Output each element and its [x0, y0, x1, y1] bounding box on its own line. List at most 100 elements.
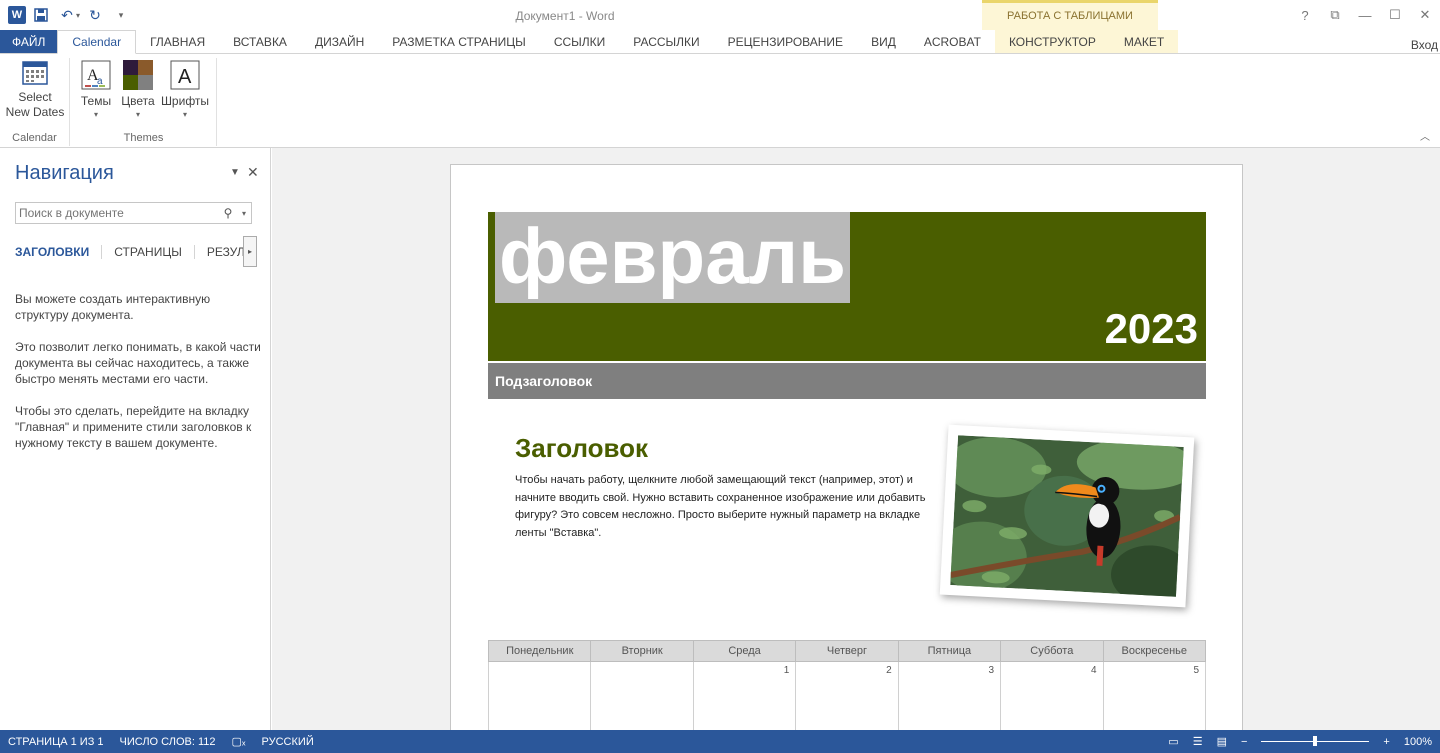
close-icon[interactable]: ✕ — [1410, 0, 1440, 30]
maximize-icon[interactable]: ☐ — [1380, 0, 1410, 30]
fonts-label: Шрифты — [160, 94, 210, 108]
fonts-icon: A — [170, 60, 200, 90]
nav-tabs-scroll-right-icon[interactable]: ▸ — [243, 236, 257, 267]
toucan-photo[interactable] — [939, 424, 1195, 608]
navigation-help-text: Вы можете создать интерактивную структур… — [15, 291, 263, 467]
search-dropdown-icon[interactable]: ▾ — [237, 209, 251, 218]
zoom-out-icon[interactable]: − — [1241, 736, 1247, 748]
navigation-title: Навигация — [15, 162, 114, 184]
weekday-header[interactable]: Среда — [692, 640, 797, 662]
proofing-icon[interactable]: ▢ₓ — [224, 735, 254, 748]
subtitle-bar[interactable]: Подзаголовок — [488, 363, 1206, 399]
zoom-in-icon[interactable]: + — [1383, 736, 1389, 748]
select-dates-label-2: New Dates — [5, 105, 65, 119]
tab-acrobat[interactable]: ACROBAT — [910, 30, 995, 53]
zoom-slider-thumb[interactable] — [1313, 736, 1318, 746]
day-cell[interactable] — [590, 661, 694, 730]
ribbon: Select New Dates Calendar A a Темы ▾ Цве… — [0, 54, 1440, 148]
zoom-level[interactable]: 100% — [1404, 736, 1432, 748]
calendar-icon — [22, 61, 48, 85]
document-page[interactable]: февраль 2023 Подзаголовок Заголовок Чтоб… — [450, 164, 1243, 730]
nav-paragraph: Чтобы это сделать, перейдите на вкладку … — [15, 404, 252, 450]
colors-label: Цвета — [121, 94, 155, 108]
tab-references[interactable]: ССЫЛКИ — [540, 30, 619, 53]
tab-review[interactable]: РЕЦЕНЗИРОВАНИЕ — [714, 30, 857, 53]
document-search: ⚲ ▾ — [15, 202, 252, 224]
weekday-header[interactable]: Понедельник — [487, 640, 592, 662]
weekday-header[interactable]: Пятница — [897, 640, 1002, 662]
tab-calendar[interactable]: Calendar — [57, 30, 137, 54]
day-cell[interactable]: 2 — [795, 661, 899, 730]
colors-icon — [123, 60, 153, 90]
day-cell[interactable]: 1 — [692, 661, 797, 730]
nav-tab-results[interactable]: РЕЗУЛЬТАТЫ — [207, 245, 247, 259]
zoom-slider[interactable] — [1261, 736, 1370, 746]
calendar-table[interactable]: Понедельник Вторник Среда Четверг Пятниц… — [487, 640, 1207, 730]
day-cell[interactable]: 3 — [897, 661, 1002, 730]
context-group-label: РАБОТА С ТАБЛИЦАМИ — [982, 0, 1158, 30]
ribbon-display-icon[interactable]: ⧉ — [1320, 0, 1350, 30]
language-status[interactable]: РУССКИЙ — [254, 736, 322, 748]
themes-icon: A a — [81, 60, 111, 90]
nav-tab-headings[interactable]: ЗАГОЛОВКИ — [15, 245, 103, 259]
window-controls: ? ⧉ — ☐ ✕ — [1290, 0, 1440, 30]
navigation-pane: Навигация ▼ ✕ ⚲ ▾ ЗАГОЛОВКИ СТРАНИЦЫ РЕЗ… — [0, 148, 271, 730]
tab-file[interactable]: ФАЙЛ — [0, 30, 58, 53]
colors-button[interactable]: Цвета ▾ — [118, 60, 158, 119]
themes-label: Темы — [80, 94, 112, 108]
close-pane-icon[interactable]: ✕ — [247, 164, 259, 181]
status-bar: СТРАНИЦА 1 ИЗ 1 ЧИСЛО СЛОВ: 112 ▢ₓ РУССК… — [0, 730, 1440, 753]
web-layout-icon[interactable]: ▤ — [1217, 735, 1227, 748]
read-mode-icon[interactable]: ▭ — [1168, 735, 1178, 748]
help-icon[interactable]: ? — [1290, 0, 1320, 30]
tab-view[interactable]: ВИД — [857, 30, 910, 53]
ribbon-tabs: ФАЙЛ Calendar ГЛАВНАЯ ВСТАВКА ДИЗАЙН РАЗ… — [0, 30, 1440, 54]
navigation-tabs: ЗАГОЛОВКИ СТРАНИЦЫ РЕЗУЛЬТАТЫ — [15, 242, 258, 262]
tab-page-layout[interactable]: РАЗМЕТКА СТРАНИЦЫ — [378, 30, 540, 53]
day-cell[interactable]: 4 — [1000, 661, 1104, 730]
word-count[interactable]: ЧИСЛО СЛОВ: 112 — [112, 736, 224, 748]
weekday-header[interactable]: Четверг — [795, 640, 899, 662]
view-controls: ▭ ☰ ▤ − + 100% — [1168, 730, 1432, 753]
select-new-dates-button[interactable]: Select New Dates — [4, 60, 66, 120]
month-title[interactable]: февраль — [495, 212, 851, 303]
minimize-icon[interactable]: — — [1350, 0, 1380, 30]
nav-paragraph: Это позволит легко понимать, в какой час… — [15, 340, 261, 386]
calendar-group: Select New Dates Calendar — [0, 58, 70, 146]
calendar-group-label: Calendar — [12, 132, 57, 144]
nav-tab-pages[interactable]: СТРАНИЦЫ — [114, 245, 195, 259]
body-text[interactable]: Чтобы начать работу, щелкните любой заме… — [515, 472, 927, 542]
search-icon[interactable]: ⚲ — [219, 206, 237, 220]
search-input[interactable] — [16, 203, 219, 223]
day-cell[interactable] — [487, 661, 592, 730]
month-banner: февраль 2023 — [488, 212, 1206, 361]
nav-paragraph: Вы можете создать интерактивную структур… — [15, 292, 211, 322]
tab-table-design[interactable]: КОНСТРУКТОР — [994, 30, 1110, 53]
year-title[interactable]: 2023 — [1105, 304, 1198, 354]
heading[interactable]: Заголовок — [515, 433, 648, 464]
themes-group: A a Темы ▾ Цвета ▾ A Шрифты ▾ Themes — [71, 58, 217, 146]
select-dates-label-1: Select — [18, 90, 52, 104]
tab-design[interactable]: ДИЗАЙН — [301, 30, 378, 53]
themes-button[interactable]: A a Темы ▾ — [77, 60, 115, 119]
toucan-image — [950, 435, 1184, 597]
weekday-header[interactable]: Вторник — [590, 640, 694, 662]
title-bar: W ↶ ▾ ↻ ▾ Документ1 - Word РАБОТА С ТАБЛ… — [0, 0, 1440, 30]
day-cell[interactable]: 5 — [1102, 661, 1207, 730]
tab-table-layout[interactable]: МАКЕТ — [1109, 30, 1179, 53]
fonts-button[interactable]: A Шрифты ▾ — [160, 60, 210, 119]
weekday-header[interactable]: Воскресенье — [1102, 640, 1207, 662]
weekday-header[interactable]: Суббота — [1000, 640, 1104, 662]
tab-mailings[interactable]: РАССЫЛКИ — [619, 30, 713, 53]
collapse-ribbon-icon[interactable]: ︿ — [1420, 128, 1430, 143]
print-layout-icon[interactable]: ☰ — [1193, 735, 1203, 748]
pane-options-icon[interactable]: ▼ — [230, 167, 240, 178]
tab-insert[interactable]: ВСТАВКА — [219, 30, 301, 53]
tab-home[interactable]: ГЛАВНАЯ — [136, 30, 219, 53]
fonts-dropdown-icon: ▾ — [182, 110, 187, 119]
sign-in-link[interactable]: Вход — [1411, 38, 1438, 52]
svg-text:A: A — [178, 66, 192, 88]
themes-group-label: Themes — [123, 132, 164, 144]
document-area[interactable]: февраль 2023 Подзаголовок Заголовок Чтоб… — [272, 148, 1440, 730]
page-count[interactable]: СТРАНИЦА 1 ИЗ 1 — [0, 736, 112, 748]
